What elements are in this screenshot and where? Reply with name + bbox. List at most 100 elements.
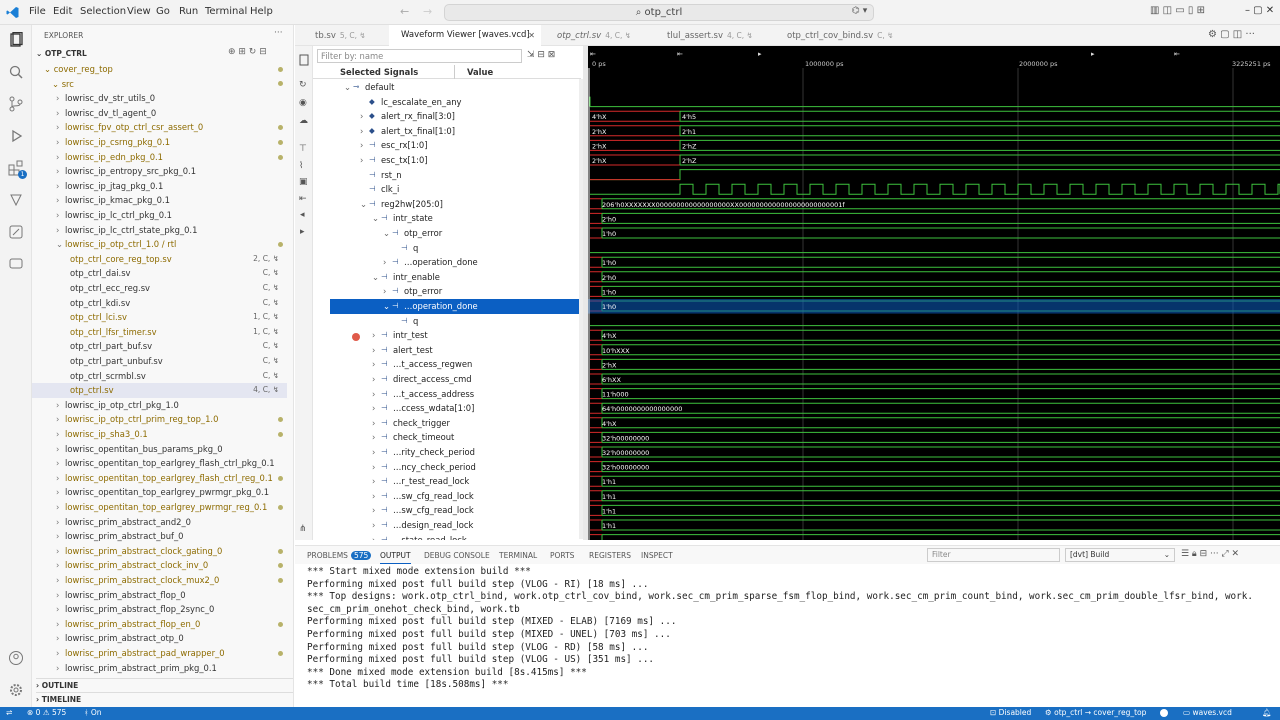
tree-item[interactable]: › lowrisc_ip_otp_ctrl_prim_reg_top_1.0 [32, 412, 287, 427]
panel-tab-debug-console[interactable]: DEBUG CONSOLE [424, 551, 490, 560]
tree-item[interactable]: › lowrisc_prim_abstract_and2_0 [32, 515, 287, 530]
bell-icon[interactable]: 🔔︎ [1262, 708, 1272, 717]
signal-row[interactable]: › ⊣ esc_rx[1:0] [330, 138, 580, 153]
forward-arrow-icon[interactable]: → [423, 5, 432, 18]
next-icon[interactable]: ▸ [300, 227, 305, 237]
signal-row[interactable]: › ⊣ …sw_cfg_read_lock [330, 503, 580, 518]
signal-row[interactable]: › ⊣ check_trigger [330, 416, 580, 431]
tree-item[interactable]: › lowrisc_prim_abstract_clock_inv_0 [32, 558, 287, 573]
editor-actions[interactable]: ⚙ ▢ ◫ ··· [1208, 29, 1255, 40]
signal-row[interactable]: › ⊣ …t_access_address [330, 387, 580, 402]
signal-row[interactable]: ⊣ q [330, 241, 580, 256]
account-icon[interactable] [8, 650, 24, 666]
run-debug-icon[interactable] [8, 128, 24, 144]
file-icon[interactable] [298, 54, 310, 66]
menu-run[interactable]: Run [179, 6, 198, 17]
menu-edit[interactable]: Edit [53, 6, 72, 17]
ports-status[interactable]: ᚼ On [84, 708, 102, 717]
context-status[interactable]: ⚙ otp_ctrl → cover_reg_top [1045, 708, 1146, 717]
prev-icon[interactable]: ◂ [300, 210, 305, 220]
menu-help[interactable]: Help [250, 6, 273, 17]
signal-row[interactable]: › ⊣ …state_read_lock [330, 533, 580, 540]
command-center-search[interactable]: ⌕ otp_ctrl [444, 4, 874, 21]
signal-row[interactable]: ⊣ rst_n [330, 168, 580, 183]
settings-tree-icon[interactable]: ⋔ [299, 524, 307, 534]
signal-row[interactable]: ⌄ ⊣ intr_enable [330, 270, 580, 285]
tree-item[interactable]: › lowrisc_prim_abstract_flop_2sync_0 [32, 602, 287, 617]
panel-tab-terminal[interactable]: TERMINAL [499, 551, 537, 560]
timeline-section[interactable]: › TIMELINE [36, 692, 293, 707]
tree-item[interactable]: otp_ctrl_dai.sv C, ↯ [32, 266, 287, 281]
panel-actions[interactable]: ☰ 🔒︎ ⊟ ··· ⤢ ✕ [1181, 549, 1239, 559]
testing-icon[interactable] [8, 192, 24, 208]
signal-row[interactable]: ⌄ ⊣ …operation_done [330, 299, 580, 314]
chat-icon[interactable] [8, 256, 24, 272]
signal-row[interactable]: › ⊣ alert_test [330, 343, 580, 358]
output-console[interactable]: *** Start mixed mode extension build ***… [295, 564, 1280, 707]
search-icon[interactable] [8, 64, 24, 80]
menu-view[interactable]: View [127, 6, 151, 17]
file-status[interactable]: ▭ waves.vcd [1183, 708, 1232, 717]
signal-row[interactable]: ⌄ ⊣ intr_state [330, 211, 580, 226]
gear-icon[interactable] [8, 682, 24, 698]
tree-item[interactable]: › lowrisc_ip_csrng_pkg_0.1 [32, 135, 287, 150]
signal-row[interactable]: › ⊣ …ncy_check_period [330, 460, 580, 475]
signal-row[interactable]: › ⊣ …rity_check_period [330, 445, 580, 460]
signal-row[interactable]: ⌄ ⊸ default [330, 80, 580, 95]
signal-row[interactable]: › ⊣ …design_read_lock [330, 518, 580, 533]
eye-icon[interactable]: ◉ [299, 98, 307, 108]
tree-item[interactable]: › lowrisc_ip_otp_ctrl_pkg_1.0 [32, 398, 287, 413]
tree-item[interactable]: › lowrisc_opentitan_top_earlgrey_flash_ct… [32, 471, 287, 486]
tab-2[interactable]: otp_ctrl.sv 4, C, ↯ [545, 25, 651, 46]
tree-item[interactable]: otp_ctrl_lfsr_timer.sv 1, C, ↯ [32, 325, 287, 340]
menu-go[interactable]: Go [156, 6, 170, 17]
tree-item[interactable]: › lowrisc_ip_lc_ctrl_state_pkg_0.1 [32, 223, 287, 238]
tree-item[interactable]: › lowrisc_opentitan_top_earlgrey_pwrmgr_p… [32, 485, 287, 500]
folder-cover-reg-top[interactable]: ⌄ cover_reg_top [44, 62, 113, 77]
outline-section[interactable]: › OUTLINE [36, 678, 293, 693]
signal-row[interactable]: › ◆ alert_rx_final[3:0] [330, 109, 580, 124]
wave-icon[interactable]: ⌇ [299, 161, 303, 171]
tree-item[interactable]: › lowrisc_dv_str_utils_0 [32, 91, 287, 106]
panel-tab-ports[interactable]: PORTS [550, 551, 574, 560]
tree-icon[interactable]: ⊤ [299, 144, 307, 154]
signal-row[interactable]: › ⊣ check_timeout [330, 430, 580, 445]
signal-filter-input[interactable]: Filter by: name [317, 49, 522, 63]
disabled-status[interactable]: ⊡ Disabled [990, 708, 1031, 717]
layout-icons[interactable]: ▥ ◫ ▭ ▯ ⊞ [1150, 5, 1205, 16]
panel-tab-registers[interactable]: REGISTERS [589, 551, 631, 560]
more-actions-icon[interactable]: ··· [274, 28, 283, 38]
tree-item[interactable]: › lowrisc_ip_edn_pkg_0.1 [32, 150, 287, 165]
tree-item[interactable]: › lowrisc_prim_abstract_flop_en_0 [32, 617, 287, 632]
waveform-canvas[interactable]: 0 ps 1000000 ps 2000000 ps 3225251 ps ⇤ ⇤ ▸ ▸ ⇤ 4… [588, 46, 1280, 540]
tab-1[interactable]: Waveform Viewer [waves.vcd] ✕ [389, 25, 541, 46]
signal-row[interactable]: › ⊣ …sw_cfg_read_lock [330, 489, 580, 504]
explorer-icon[interactable] [8, 32, 24, 48]
tree-item[interactable]: › lowrisc_opentitan_top_earlgrey_flash_ct… [32, 456, 287, 471]
tree-item[interactable]: › lowrisc_fpv_otp_ctrl_csr_assert_0 [32, 120, 287, 135]
signal-row[interactable]: ◆ lc_escalate_en_any [330, 95, 580, 110]
signal-row[interactable]: › ⊣ otp_error [330, 284, 580, 299]
tree-item[interactable]: › lowrisc_prim_abstract_buf_0 [32, 529, 287, 544]
source-control-icon[interactable] [8, 96, 24, 112]
tree-item[interactable]: › lowrisc_prim_abstract_clock_mux2_0 [32, 573, 287, 588]
tree-item[interactable]: otp_ctrl_lci.sv 1, C, ↯ [32, 310, 287, 325]
menu-selection[interactable]: Selection [80, 6, 126, 17]
tree-item[interactable]: ⌄ lowrisc_ip_otp_ctrl_1.0 / rtl [32, 237, 287, 252]
record-icon[interactable] [1160, 709, 1168, 717]
signal-row[interactable]: › ⊣ intr_test [330, 328, 580, 343]
tree-item[interactable]: otp_ctrl_scrmbl.sv C, ↯ [32, 369, 287, 384]
tree-item[interactable]: › lowrisc_prim_abstract_otp_0 [32, 631, 287, 646]
tree-item[interactable]: › lowrisc_prim_abstract_prim_pkg_0.1 [32, 661, 287, 676]
tab-4[interactable]: otp_ctrl_cov_bind.sv C, ↯ [775, 25, 899, 46]
stop-icon[interactable]: ▣ [299, 177, 308, 187]
project-root[interactable]: ⌄ OTP_CTRL [36, 47, 87, 62]
menu-terminal[interactable]: Terminal [205, 6, 247, 17]
signal-row[interactable]: › ◆ alert_tx_final[1:0] [330, 124, 580, 139]
remote-icon[interactable]: ⇌ [6, 708, 12, 717]
close-icon[interactable]: ✕ [528, 25, 535, 46]
signal-row[interactable]: › ⊣ …ccess_wdata[1:0] [330, 401, 580, 416]
dvt-icon[interactable] [8, 224, 24, 240]
signal-row[interactable]: › ⊣ direct_access_cmd [330, 372, 580, 387]
tree-item[interactable]: › lowrisc_prim_abstract_pad_wrapper_0 [32, 646, 287, 661]
